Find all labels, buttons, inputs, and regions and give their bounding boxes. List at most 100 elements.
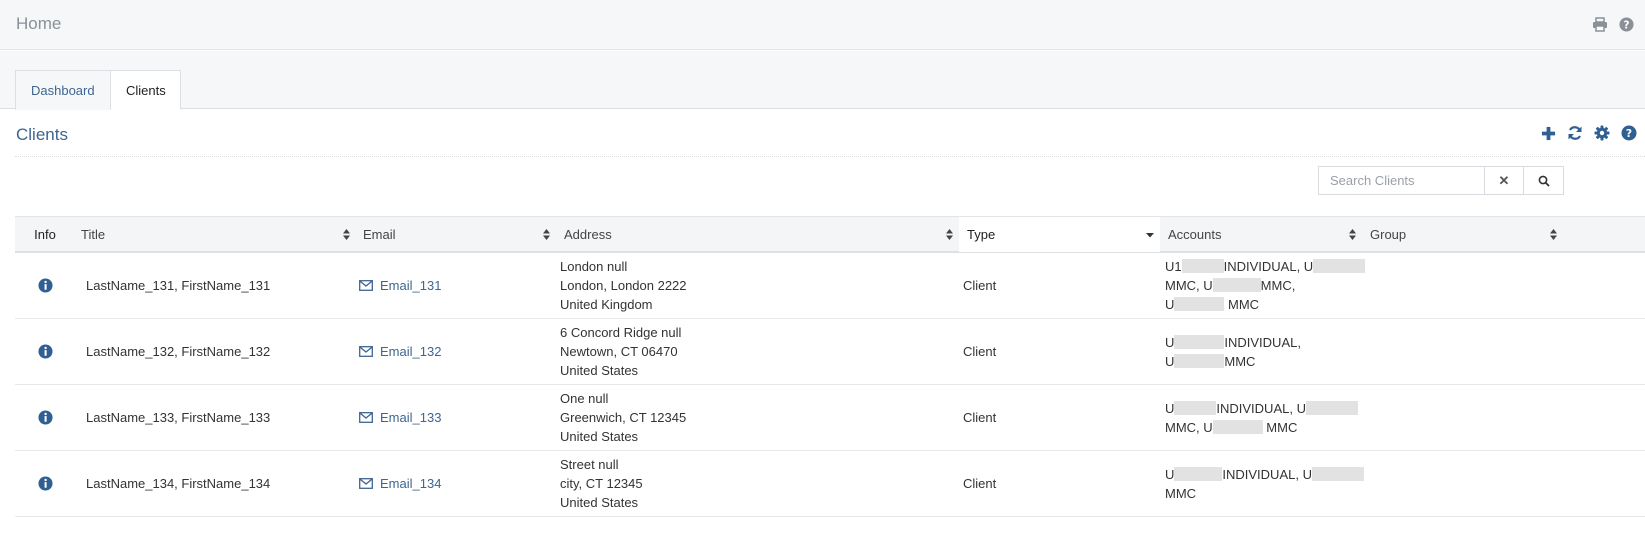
account-text: U — [1165, 334, 1175, 350]
account-text: U — [1165, 400, 1175, 416]
account-text: U — [1165, 297, 1175, 312]
tab-clients[interactable]: Clients — [110, 70, 181, 110]
account-text: U — [1165, 353, 1175, 369]
redacted-block — [1174, 297, 1225, 311]
address-line: United States — [560, 495, 639, 510]
page-title: Home — [16, 14, 62, 33]
column-header-accounts[interactable]: Accounts — [1160, 217, 1362, 252]
title-cell: LastName_131, FirstName_131 — [86, 278, 271, 293]
help-icon[interactable]: ? — [1620, 124, 1638, 142]
info-cell — [15, 385, 75, 450]
info-icon[interactable] — [37, 410, 53, 425]
sort-icon — [946, 229, 953, 240]
address-line: One null — [560, 391, 609, 406]
table-row: LastName_132, FirstName_132 Email_132 6 … — [15, 319, 1645, 385]
redacted-block — [1311, 466, 1364, 481]
address-cell: London null London, London 2222 United K… — [560, 253, 960, 318]
info-icon[interactable] — [37, 344, 53, 359]
search-bar: ✕ — [1318, 166, 1564, 195]
account-text: INDIVIDUAL, U — [1216, 400, 1306, 416]
redacted-block — [1174, 400, 1217, 415]
envelope-icon — [359, 478, 373, 489]
group-cell — [1370, 385, 1570, 450]
sort-icon — [1550, 229, 1557, 240]
account-text: U1 — [1165, 259, 1182, 274]
address-line: Greenwich, CT 12345 — [560, 410, 687, 425]
top-toolbar: ? — [1591, 15, 1635, 33]
redacted-block — [1212, 278, 1261, 292]
email-text: Email_131 — [380, 278, 442, 293]
address-cell: Street null city, CT 12345 United States — [560, 451, 960, 516]
group-cell — [1370, 253, 1570, 318]
clients-table: Info Title Email Address Type Accounts G… — [15, 216, 1645, 517]
envelope-icon — [359, 280, 373, 291]
envelope-icon — [359, 412, 373, 423]
redacted-block — [1212, 419, 1263, 434]
section-toolbar: ? — [1539, 124, 1638, 142]
redacted-block — [1181, 259, 1224, 273]
column-header-address[interactable]: Address — [556, 217, 959, 252]
address-cell: One null Greenwich, CT 12345 United Stat… — [560, 385, 960, 450]
type-cell: Client — [963, 344, 997, 359]
svg-text:?: ? — [1626, 127, 1632, 140]
search-input[interactable] — [1318, 166, 1485, 195]
title-cell: LastName_132, FirstName_132 — [86, 344, 271, 359]
sort-icon — [343, 229, 350, 240]
sort-icon — [543, 229, 550, 240]
address-line: 6 Concord Ridge null — [560, 325, 682, 340]
clear-search-button[interactable]: ✕ — [1485, 166, 1524, 195]
top-bar: Home ? — [0, 0, 1645, 50]
address-line: United States — [560, 363, 639, 378]
email-link[interactable]: Email_133 — [359, 385, 559, 450]
address-line: city, CT 12345 — [560, 476, 643, 491]
account-text: MMC, U — [1165, 419, 1213, 435]
column-header-title[interactable]: Title — [75, 217, 356, 252]
info-icon[interactable] — [37, 476, 53, 491]
title-cell: LastName_134, FirstName_134 — [86, 476, 271, 491]
redacted-block — [1174, 334, 1225, 349]
account-text: MMC — [1266, 419, 1298, 435]
group-cell — [1370, 451, 1570, 516]
account-text: MMC, U — [1165, 278, 1213, 293]
info-cell — [15, 253, 75, 318]
account-text: U — [1165, 466, 1175, 482]
table-row: LastName_131, FirstName_131 Email_131 Lo… — [15, 253, 1645, 319]
column-header-type[interactable]: Type — [959, 217, 1160, 252]
refresh-icon[interactable] — [1566, 124, 1584, 142]
email-link[interactable]: Email_131 — [359, 253, 559, 318]
account-text: MMC — [1165, 485, 1197, 501]
help-icon[interactable]: ? — [1617, 15, 1635, 33]
column-header-email[interactable]: Email — [356, 217, 556, 252]
column-header-info: Info — [34, 227, 56, 242]
account-text: MMC — [1228, 297, 1260, 312]
print-icon[interactable] — [1591, 15, 1609, 33]
tab-bar: Dashboard Clients — [0, 51, 1645, 110]
redacted-block — [1174, 466, 1223, 481]
address-cell: 6 Concord Ridge null Newtown, CT 06470 U… — [560, 319, 960, 384]
accounts-cell: U INDIVIDUAL, U MMC — [1165, 451, 1371, 516]
info-cell — [15, 451, 75, 516]
table-header: Info Title Email Address Type Accounts G… — [15, 216, 1645, 253]
redacted-block — [1174, 353, 1225, 368]
close-icon: ✕ — [1498, 172, 1510, 188]
add-icon[interactable] — [1539, 124, 1557, 142]
tab-dashboard[interactable]: Dashboard — [15, 70, 111, 110]
sort-icon — [1349, 229, 1356, 240]
accounts-cell: U INDIVIDUAL, U MMC — [1165, 319, 1371, 384]
info-icon[interactable] — [37, 278, 53, 293]
search-button[interactable] — [1524, 166, 1564, 195]
email-text: Email_134 — [380, 476, 442, 491]
address-line: United Kingdom — [560, 297, 653, 312]
address-line: London null — [560, 259, 628, 274]
address-line: Newtown, CT 06470 — [560, 344, 678, 359]
account-text: MMC, — [1260, 278, 1296, 293]
type-cell: Client — [963, 476, 997, 491]
email-link[interactable]: Email_132 — [359, 319, 559, 384]
table-row: LastName_133, FirstName_133 Email_133 On… — [15, 385, 1645, 451]
group-cell — [1370, 319, 1570, 384]
account-text: MMC — [1224, 353, 1256, 369]
email-link[interactable]: Email_134 — [359, 451, 559, 516]
email-text: Email_132 — [380, 344, 442, 359]
column-header-group[interactable]: Group — [1362, 217, 1563, 252]
gear-icon[interactable] — [1593, 124, 1611, 142]
